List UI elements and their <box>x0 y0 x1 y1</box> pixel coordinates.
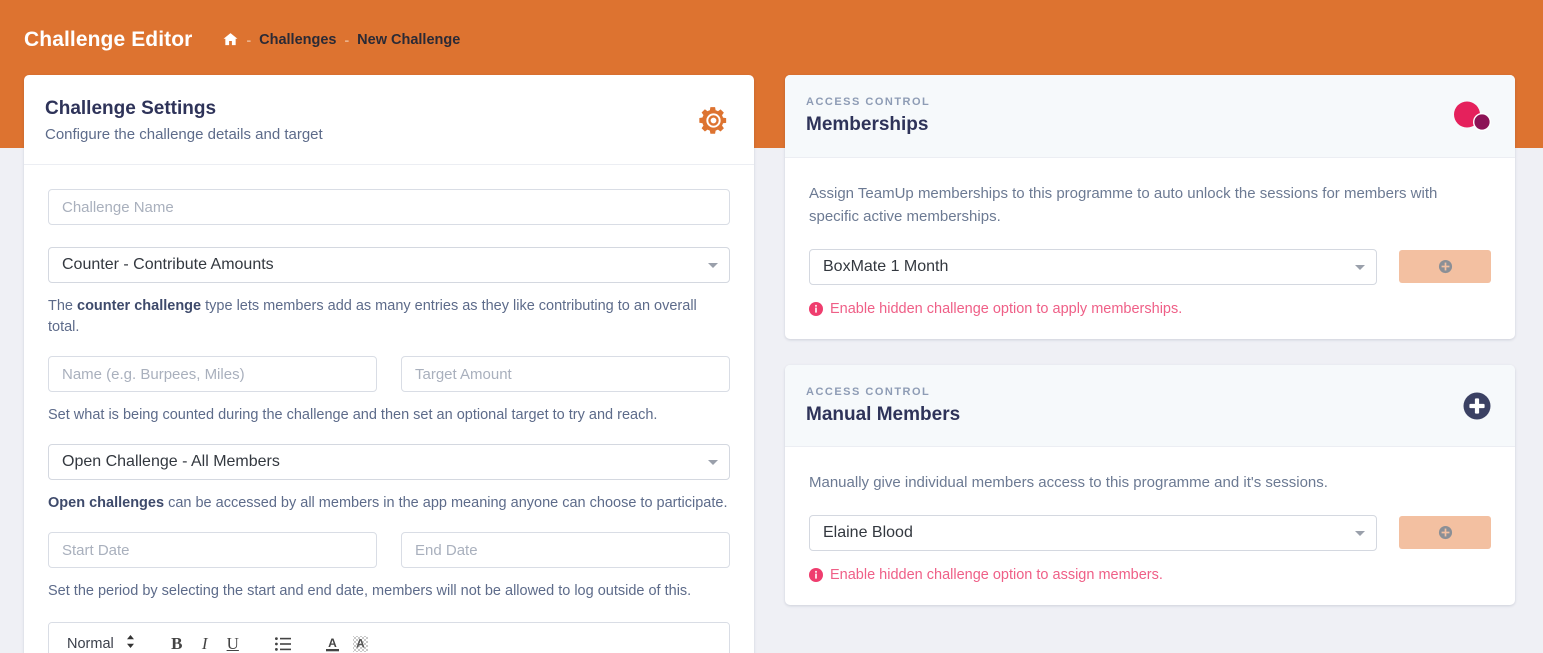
helper-prefix: The <box>48 298 78 315</box>
editor-italic-button[interactable]: I <box>191 629 219 653</box>
editor-bold-button[interactable]: B <box>163 629 191 653</box>
home-icon[interactable] <box>223 32 238 47</box>
challenge-settings-body: Counter - Contribute Amounts The counter… <box>24 165 754 653</box>
challenge-settings-card: Challenge Settings Configure the challen… <box>24 75 754 653</box>
start-date-input[interactable] <box>48 532 377 569</box>
manual-members-assign-row: Elaine Blood <box>809 514 1491 551</box>
gear-icon[interactable] <box>697 104 730 137</box>
editor-toolbar: Normal B I U A A <box>49 623 729 653</box>
manual-members-body: Manually give individual members access … <box>785 447 1515 604</box>
challenge-settings-subtitle: Configure the challenge details and targ… <box>45 125 323 143</box>
breadcrumb-separator-2: - <box>344 31 350 48</box>
membership-select[interactable]: BoxMate 1 Month <box>809 248 1377 285</box>
challenge-name-input[interactable] <box>48 189 730 226</box>
member-select[interactable]: Elaine Blood <box>809 514 1377 551</box>
counter-fields-row <box>48 356 730 393</box>
access-helper-suffix: can be accessed by all members in the ap… <box>164 495 728 512</box>
memberships-title: Memberships <box>806 114 929 136</box>
highlight-color-icon[interactable]: A <box>347 629 375 653</box>
svg-text:A: A <box>328 636 337 650</box>
editor-format-dropdown[interactable]: Normal <box>61 629 141 653</box>
editor-format-label: Normal <box>67 635 114 652</box>
info-icon <box>809 301 823 316</box>
breadcrumb-separator-1: - <box>246 31 252 48</box>
memberships-eyebrow: ACCESS CONTROL <box>806 96 931 109</box>
breadcrumb-item-new-challenge[interactable]: New Challenge <box>357 32 460 48</box>
manual-members-warning-text: Enable hidden challenge option to assign… <box>830 566 1163 583</box>
stepper-up-down-icon[interactable] <box>126 634 135 653</box>
manual-members-header: ACCESS CONTROL Manual Members <box>785 364 1515 448</box>
challenge-type-helper: The counter challenge type lets members … <box>48 296 730 338</box>
manual-members-eyebrow: ACCESS CONTROL <box>806 385 931 398</box>
circle-plus-icon <box>1438 525 1453 540</box>
access-type-select[interactable]: Open Challenge - All Members <box>48 444 730 481</box>
bullet-list-icon[interactable] <box>269 629 297 653</box>
left-column: Challenge Settings Configure the challen… <box>0 75 754 653</box>
date-helper: Set the period by selecting the start an… <box>48 583 692 600</box>
access-helper: Open challenges can be accessed by all m… <box>48 493 730 514</box>
counter-name-input[interactable] <box>48 356 377 393</box>
challenge-type-select-value[interactable]: Counter - Contribute Amounts <box>48 247 730 284</box>
memberships-warning-text: Enable hidden challenge option to apply … <box>830 300 1183 317</box>
member-select-value[interactable]: Elaine Blood <box>809 514 1377 551</box>
info-icon <box>809 567 823 582</box>
challenge-settings-header: Challenge Settings Configure the challen… <box>24 75 754 166</box>
breadcrumb-item-challenges[interactable]: Challenges <box>259 32 336 48</box>
description-editor: Normal B I U A A <box>48 622 730 653</box>
helper-emphasis: counter challenge <box>77 298 202 315</box>
editor-underline-button[interactable]: U <box>219 629 247 653</box>
target-helper: Set what is being counted during the cha… <box>48 407 658 424</box>
challenge-settings-title: Challenge Settings <box>45 98 217 119</box>
membership-select-value[interactable]: BoxMate 1 Month <box>809 248 1377 285</box>
access-type-select-value[interactable]: Open Challenge - All Members <box>48 444 730 481</box>
memberships-card: ACCESS CONTROL Memberships Assign TeamUp… <box>785 75 1515 339</box>
memberships-body: Assign TeamUp memberships to this progra… <box>785 158 1515 339</box>
circle-plus-icon <box>1438 259 1453 274</box>
plus-circle-icon[interactable] <box>1463 392 1491 420</box>
memberships-description: Assign TeamUp memberships to this progra… <box>809 185 1438 226</box>
date-fields-row <box>48 532 730 569</box>
access-helper-emphasis: Open challenges <box>48 495 165 512</box>
members-circles-icon <box>1451 97 1491 137</box>
manual-members-description: Manually give individual members access … <box>809 474 1328 492</box>
end-date-input[interactable] <box>401 532 730 569</box>
add-member-button[interactable] <box>1399 516 1491 549</box>
svg-text:A: A <box>356 636 365 650</box>
memberships-warning: Enable hidden challenge option to apply … <box>809 301 1491 317</box>
breadcrumb: - Challenges - New Challenge <box>223 32 460 48</box>
right-column: ACCESS CONTROL Memberships Assign TeamUp… <box>754 75 1543 653</box>
card-spacer <box>785 339 1515 365</box>
memberships-assign-row: BoxMate 1 Month <box>809 248 1491 285</box>
main-content: Challenge Settings Configure the challen… <box>0 75 1543 653</box>
manual-members-title: Manual Members <box>806 403 961 425</box>
manual-members-warning: Enable hidden challenge option to assign… <box>809 567 1491 583</box>
add-membership-button[interactable] <box>1399 250 1491 283</box>
page-title: Challenge Editor <box>24 27 193 51</box>
text-color-icon[interactable]: A <box>319 629 347 653</box>
manual-members-card: ACCESS CONTROL Manual Members Manually g… <box>785 364 1515 605</box>
challenge-type-select[interactable]: Counter - Contribute Amounts <box>48 247 730 284</box>
memberships-header: ACCESS CONTROL Memberships <box>785 75 1515 158</box>
target-amount-input[interactable] <box>401 356 730 393</box>
